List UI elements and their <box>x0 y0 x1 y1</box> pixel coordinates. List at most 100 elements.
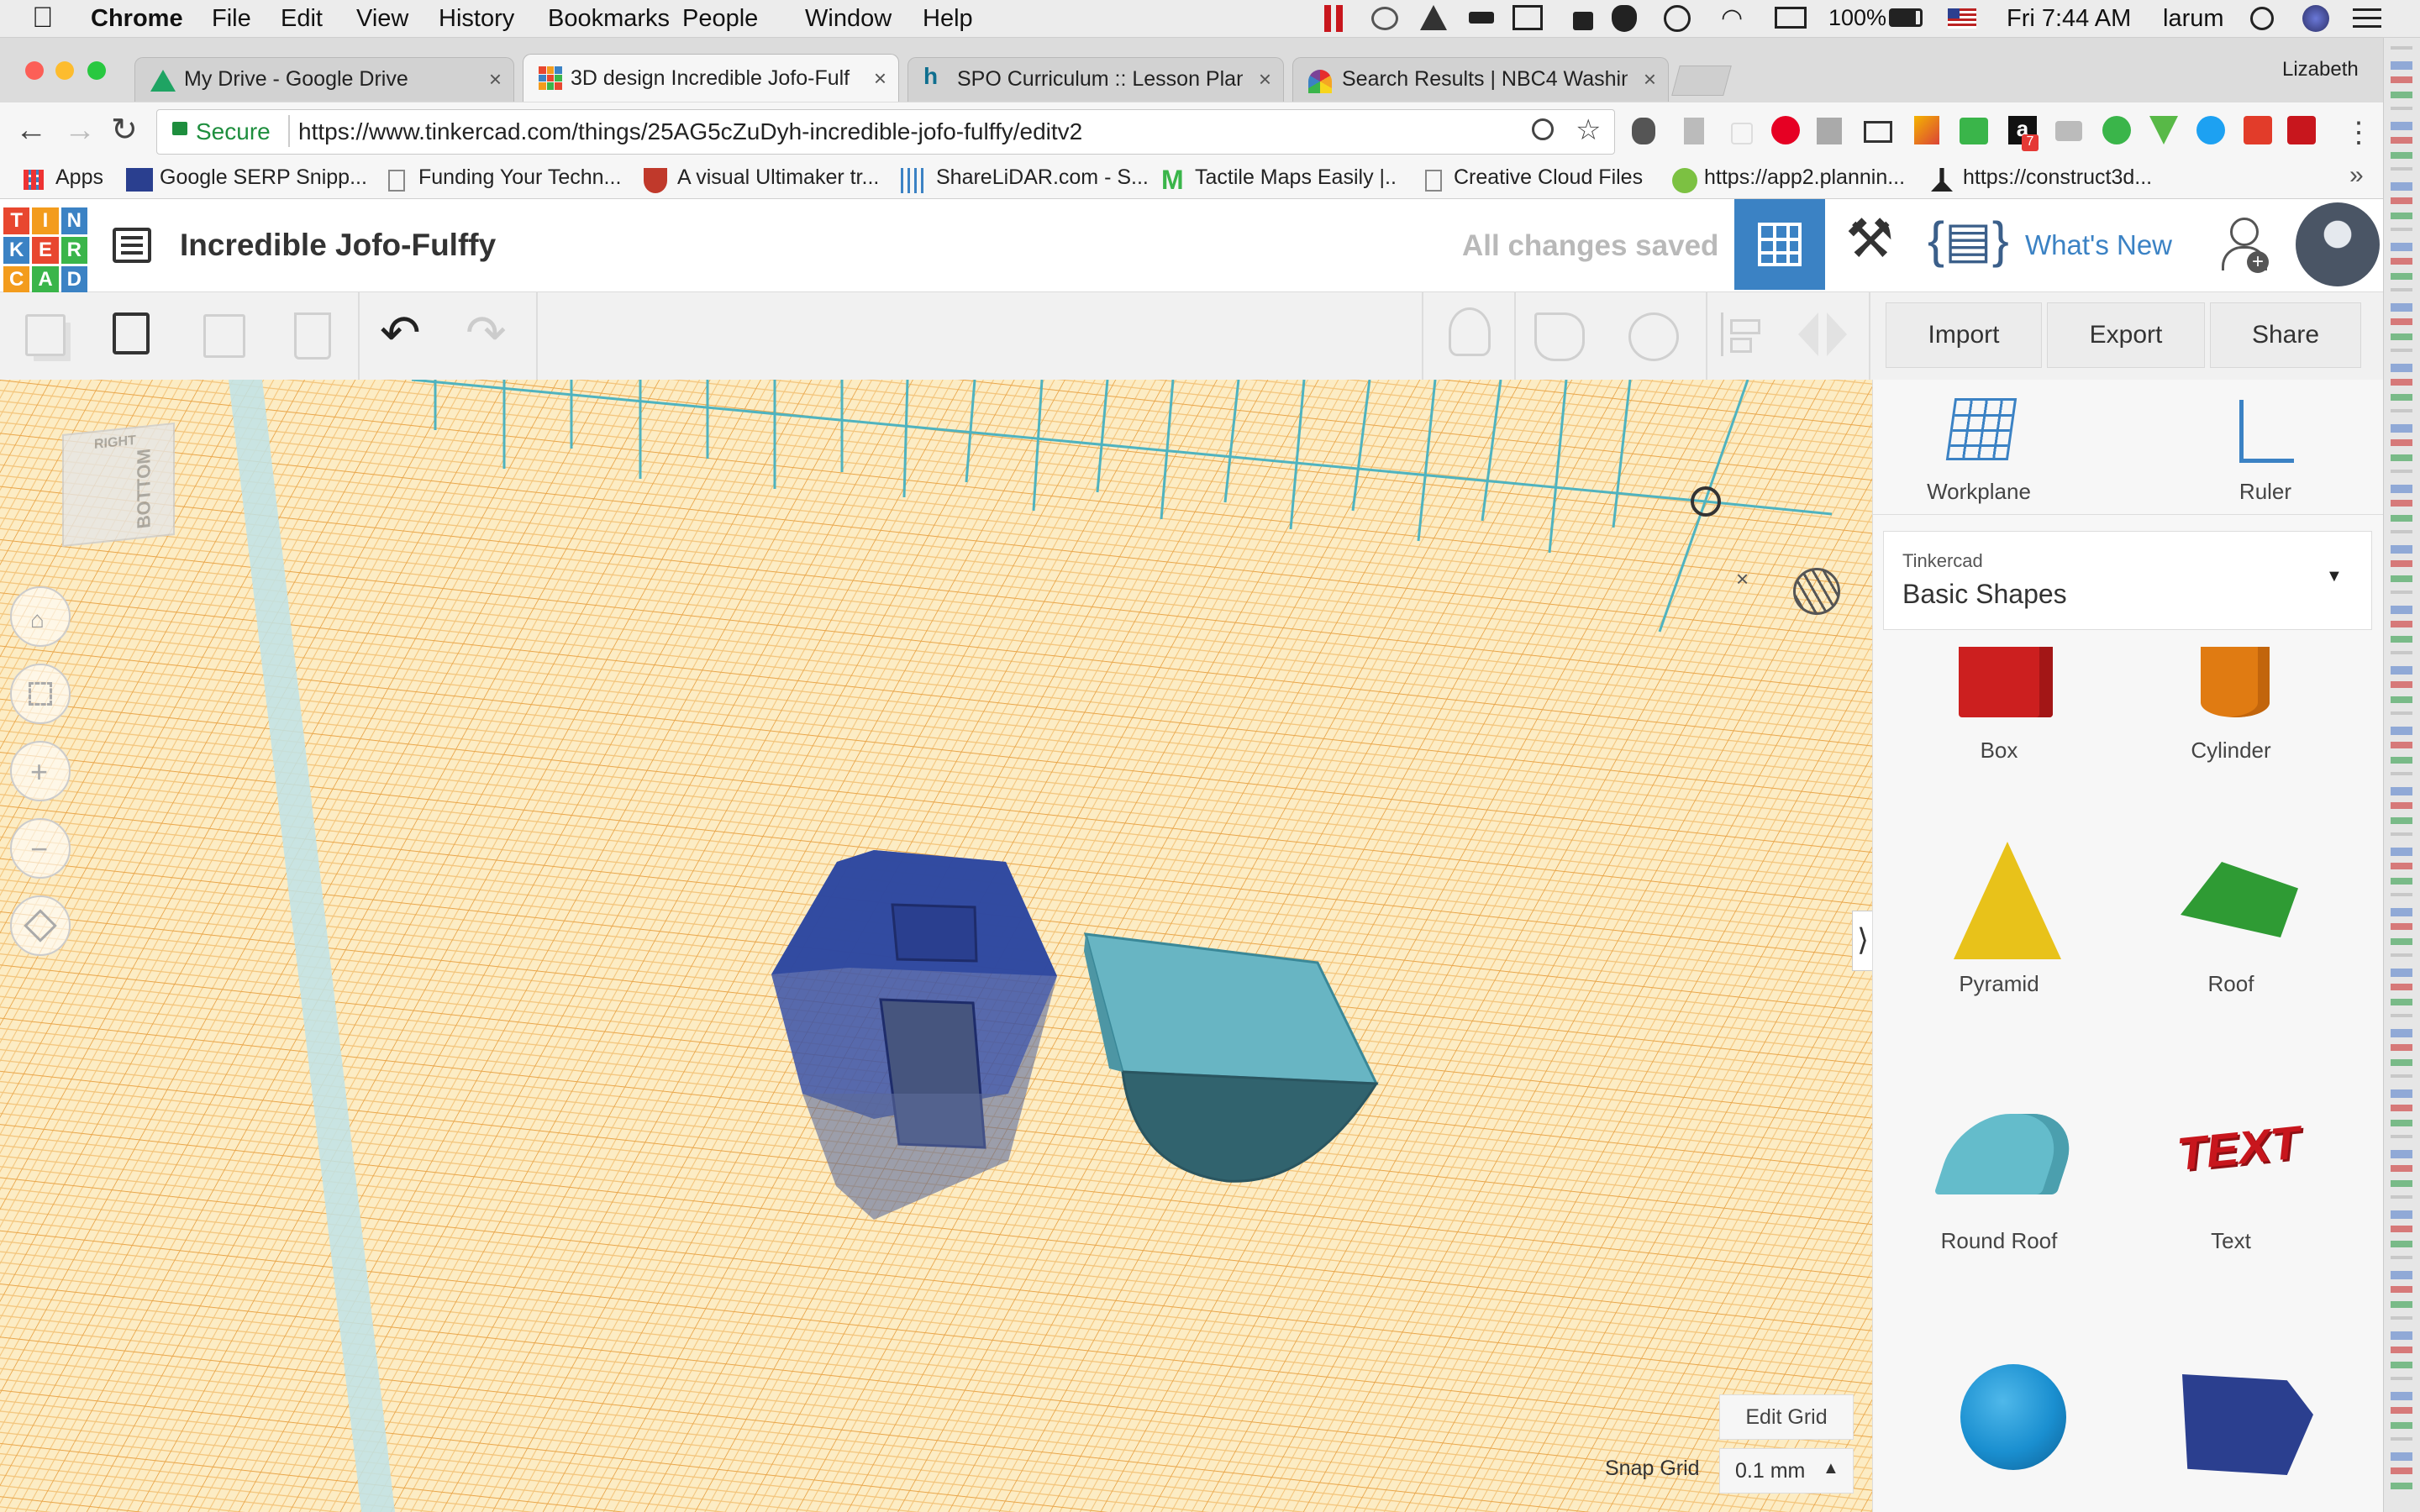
panel-collapse-arrow[interactable]: ⟩ <box>1852 911 1872 971</box>
edit-grid-button[interactable]: Edit Grid <box>1719 1394 1854 1440</box>
perspective-toggle-button[interactable] <box>10 895 71 956</box>
new-tab-button[interactable] <box>1671 66 1732 96</box>
group-icon[interactable] <box>1534 312 1585 361</box>
shape-text[interactable]: TEXT Text <box>2155 1092 2307 1253</box>
bookmark-creative-cloud[interactable]: Creative Cloud Files <box>1454 165 1643 190</box>
notes-bulb-icon[interactable] <box>1449 307 1491 356</box>
menubar-clock[interactable]: Fri 7:44 AM <box>2007 5 2131 33</box>
extension-icon[interactable] <box>1817 118 1842 144</box>
bookmark-construct3d[interactable]: https://construct3d... <box>1963 165 2152 190</box>
shape-prism[interactable] <box>2155 1341 2313 1500</box>
apple-icon[interactable]:  <box>32 2 54 34</box>
ungroup-icon[interactable] <box>1628 312 1679 361</box>
cast-icon[interactable] <box>1864 121 1892 143</box>
reload-button[interactable]: ↻ <box>111 111 138 149</box>
url-text[interactable]: https://www.tinkercad.com/things/25AG5cZ… <box>298 118 1082 145</box>
maximize-window-button[interactable] <box>87 61 106 80</box>
tab-spo-curriculum[interactable]: h SPO Curriculum :: Lesson Plan × <box>908 57 1284 102</box>
workplane-grid[interactable] <box>0 380 1872 1512</box>
redo-icon[interactable]: ↷ <box>466 304 507 361</box>
mirror-icon[interactable] <box>1798 312 1849 356</box>
export-button[interactable]: Export <box>2047 302 2205 368</box>
copy-icon[interactable] <box>25 314 66 356</box>
extension-icon[interactable] <box>1731 123 1753 144</box>
menubar-user[interactable]: larum <box>2163 5 2224 33</box>
bookmark-apps[interactable]: Apps <box>55 165 103 190</box>
shape-cylinder[interactable]: Cylinder <box>2155 647 2307 806</box>
ruler-settings-icon[interactable] <box>1793 568 1840 615</box>
profile-name[interactable]: Lizabeth <box>2282 58 2359 81</box>
drive-icon[interactable] <box>1420 5 1447 30</box>
align-icon[interactable] <box>1721 312 1760 356</box>
forward-button[interactable]: → <box>64 113 96 149</box>
ruler-button[interactable]: Ruler <box>2211 395 2320 504</box>
status-pause-icon[interactable] <box>1324 5 1331 32</box>
bookmark-star-icon[interactable]: ☆ <box>1576 113 1601 147</box>
menu-window[interactable]: Window <box>805 5 892 33</box>
view-cube[interactable]: RIGHT BOTTOM <box>62 422 175 548</box>
duplicate-icon[interactable] <box>203 314 245 358</box>
time-machine-icon[interactable] <box>1664 5 1691 32</box>
flag-icon[interactable] <box>1948 8 1976 29</box>
bookmark-google-serp[interactable]: Google SERP Snipp... <box>160 165 367 190</box>
shape-box[interactable]: Box <box>1923 647 2075 806</box>
3d-view-button[interactable] <box>1734 199 1825 290</box>
extension-icon[interactable] <box>1684 118 1704 144</box>
back-button[interactable]: ← <box>15 113 47 149</box>
workplane-button[interactable]: Workplane <box>1920 395 2038 504</box>
bookmark-sharelidar[interactable]: ShareLiDAR.com - S... <box>936 165 1149 190</box>
shape-library-dropdown[interactable]: Tinkercad Basic Shapes ▼ <box>1883 531 2372 630</box>
camera-icon[interactable] <box>2055 121 2082 141</box>
menu-help[interactable]: Help <box>923 5 973 33</box>
chrome-menu-icon[interactable]: ⋮ <box>2344 116 2373 150</box>
delete-trash-icon[interactable] <box>294 312 331 360</box>
menu-bookmarks[interactable]: Bookmarks <box>548 5 670 33</box>
shape-pyramid[interactable]: Pyramid <box>1923 837 2075 996</box>
shape-sphere[interactable] <box>1923 1341 2075 1500</box>
acrobat-icon[interactable] <box>2287 116 2316 144</box>
close-window-button[interactable] <box>25 61 44 80</box>
wifi-icon[interactable]: ◠ <box>1721 3 1743 33</box>
evernote-extension-icon[interactable] <box>1632 118 1655 144</box>
home-view-button[interactable]: ⌂ <box>10 586 71 647</box>
tab-nbc4[interactable]: Search Results | NBC4 Washin × <box>1292 57 1669 102</box>
import-button[interactable]: Import <box>1886 302 2042 368</box>
invite-user-icon[interactable]: + <box>2222 218 2269 273</box>
tab-close-icon[interactable]: × <box>1644 66 1656 92</box>
zoom-icon[interactable] <box>1532 118 1554 140</box>
menu-edit[interactable]: Edit <box>281 5 323 33</box>
share-button[interactable]: Share <box>2210 302 2361 368</box>
tab-google-drive[interactable]: My Drive - Google Drive × <box>134 57 514 102</box>
battery-device-icon[interactable] <box>1469 12 1494 24</box>
fit-view-button[interactable] <box>10 664 71 724</box>
design-title[interactable]: Incredible Jofo-Fulffy <box>180 228 496 263</box>
bookmark-funding[interactable]: Funding Your Techn... <box>418 165 621 190</box>
tab-close-icon[interactable]: × <box>489 66 502 92</box>
creative-cloud-icon[interactable] <box>1371 7 1398 30</box>
notification-center-icon[interactable] <box>2353 8 2381 29</box>
tab-tinkercad[interactable]: 3D design Incredible Jofo-Fulf × <box>523 54 899 102</box>
menu-app-name[interactable]: Chrome <box>91 5 183 33</box>
menu-people[interactable]: People <box>682 5 758 33</box>
menu-file[interactable]: File <box>212 5 251 33</box>
zoom-out-button[interactable]: − <box>10 818 71 879</box>
paste-icon[interactable] <box>113 312 150 354</box>
spotlight-search-icon[interactable] <box>2250 7 2274 30</box>
tinkercad-logo[interactable]: T I N K E R C A D <box>3 207 87 293</box>
download-icon[interactable] <box>2102 116 2131 144</box>
design-list-icon[interactable] <box>113 228 151 263</box>
zoom-in-button[interactable]: + <box>10 741 71 801</box>
minimize-window-button[interactable] <box>55 61 74 80</box>
siri-icon[interactable] <box>2302 5 2329 32</box>
bookmarks-overflow-icon[interactable]: » <box>2349 161 2364 190</box>
tab-close-icon[interactable]: × <box>874 66 886 92</box>
twitter-icon[interactable] <box>2196 116 2225 144</box>
evernote-icon[interactable] <box>1612 5 1637 32</box>
battery-icon[interactable] <box>1889 8 1923 27</box>
ruler-close-icon[interactable]: × <box>1736 566 1749 592</box>
flash-icon[interactable] <box>2244 116 2272 144</box>
avatar[interactable] <box>2296 202 2380 286</box>
extension-icon[interactable] <box>1960 118 1988 144</box>
3d-workplane-viewport[interactable]: RIGHT BOTTOM ⌂ + − × ⟩ Edit Grid Snap Gr… <box>0 380 1872 1512</box>
address-bar[interactable]: Secure https://www.tinkercad.com/things/… <box>156 109 1615 155</box>
